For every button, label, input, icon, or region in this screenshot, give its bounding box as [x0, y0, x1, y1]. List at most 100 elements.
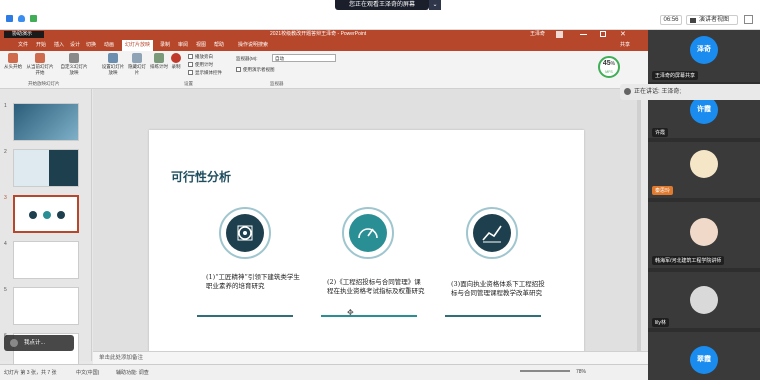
tab-insert[interactable]: 插入 — [54, 41, 64, 48]
participant-label: lily林 — [652, 318, 669, 327]
minimize-icon[interactable] — [580, 34, 587, 35]
current-slide[interactable]: 可行性分析 (1)“工匠精神”引领下建筑类学生职业素养的培育研究 (2)《工程招… — [149, 130, 584, 376]
participant-tile-3[interactable]: 秦思玲 — [648, 142, 760, 198]
show-media-checkbox[interactable]: 显示媒体控件 — [188, 70, 222, 76]
ppt-titlebar: 协助演示 2021校级教改开题答辩王泽奇 - PowerPoint 王泽奇 ✕ — [0, 30, 648, 39]
tab-slideshow[interactable]: 幻灯片放映 — [122, 40, 154, 51]
feasibility-circle-2 — [342, 207, 394, 259]
accessibility-status[interactable]: 辅助功能: 调查 — [116, 369, 149, 376]
tab-design[interactable]: 设计 — [70, 41, 80, 48]
tab-animations[interactable]: 动画 — [104, 41, 114, 48]
tab-view[interactable]: 视图 — [196, 41, 206, 48]
user-name[interactable]: 王泽奇 — [530, 30, 545, 39]
user-avatar[interactable] — [556, 31, 563, 38]
use-timing-checkbox[interactable]: 使用计时 — [188, 62, 213, 68]
slide-canvas: 可行性分析 (1)“工匠精神”引领下建筑类学生职业素养的培育研究 (2)《工程招… — [93, 89, 641, 376]
from-current-button[interactable]: 从当前幻灯片开始 — [26, 53, 54, 76]
zoom-level[interactable]: 78% — [576, 369, 586, 375]
mic-icon — [10, 339, 18, 347]
thumb-number: 3 — [4, 195, 7, 201]
play-narration-label: 播放旁白 — [195, 54, 213, 59]
floating-recording-bar[interactable]: 我点计... — [4, 335, 74, 351]
record-icon — [171, 53, 181, 63]
feasibility-circle-1 — [219, 207, 271, 259]
avatar: 泽奇 — [690, 36, 718, 64]
vertical-scrollbar[interactable] — [637, 89, 641, 351]
thumbnail-slide-4[interactable] — [13, 241, 79, 279]
fullscreen-icon[interactable] — [744, 15, 753, 24]
participant-label: 秦思玲 — [652, 186, 674, 195]
slide-title: 可行性分析 — [171, 170, 232, 184]
from-current-label: 从当前幻灯片开始 — [26, 64, 54, 75]
slideshow-current-icon — [35, 53, 45, 63]
rehearse-button[interactable]: 排练计时 — [148, 53, 170, 70]
participant-tile-4[interactable]: 韩海军/河北建筑工程学院讲师 — [648, 202, 760, 268]
rehearse-label: 排练计时 — [150, 64, 168, 69]
thumb-number: 5 — [4, 287, 7, 293]
from-start-button[interactable]: 从头开始 — [2, 53, 24, 70]
participant-tile-6[interactable]: 翠霞 — [648, 332, 760, 380]
shield-icon[interactable] — [18, 15, 25, 22]
close-icon[interactable]: ✕ — [620, 30, 626, 39]
thumb-number: 1 — [4, 103, 7, 109]
line-chart-icon — [473, 214, 511, 252]
tab-record[interactable]: 录制 — [160, 41, 170, 48]
record-button[interactable]: 录制 — [168, 53, 184, 70]
presenter-view-checkbox[interactable]: 使用演示者视图 — [236, 67, 275, 73]
setup-show-button[interactable]: 设置幻灯片放映 — [100, 53, 126, 76]
performance-badge: 45% MFS — [598, 56, 620, 78]
setup-label: 设置幻灯片放映 — [101, 64, 125, 75]
speaking-indicator: 正在讲话: 王泽奇; — [620, 84, 760, 100]
percent-sub: MFS — [605, 70, 613, 74]
participant-label: 韩海军/河北建筑工程学院讲师 — [652, 256, 725, 265]
custom-show-button[interactable]: 自定义幻灯片放映 — [60, 53, 88, 76]
collab-button[interactable]: 协助演示 — [4, 31, 44, 38]
percent-value: 45 — [602, 60, 611, 67]
group-setup-label: 设置 — [184, 81, 193, 86]
participant-label: 王泽奇的屏幕共享 — [652, 71, 699, 80]
participant-tile-1[interactable]: 泽奇 王泽奇的屏幕共享 — [648, 30, 760, 82]
use-timing-label: 使用计时 — [195, 62, 213, 67]
monitor-select[interactable]: 自动 — [272, 54, 336, 62]
tab-transitions[interactable]: 切换 — [86, 41, 96, 48]
participant-label: 许霞 — [652, 128, 669, 137]
gear-icon — [226, 214, 264, 252]
slide-counter: 幻灯片 第 3 张，共 7 张 — [4, 370, 57, 376]
participant-tile-5[interactable]: lily林 — [648, 272, 760, 328]
thumbnail-slide-3[interactable] — [13, 195, 79, 233]
underline-2 — [321, 315, 417, 317]
play-narration-checkbox[interactable]: 播放旁白 — [188, 54, 213, 60]
tab-home[interactable]: 开始 — [36, 41, 46, 48]
tell-me-search[interactable]: 操作说明搜索 — [238, 41, 268, 48]
avatar: 许霞 — [690, 96, 718, 124]
share-button[interactable]: 共享 — [620, 41, 630, 48]
zoom-slider[interactable] — [520, 370, 570, 372]
tab-review[interactable]: 审阅 — [178, 41, 188, 48]
feasibility-item-3: (3)面向执业资格体系下工程招投标与合同管理课程教学改革研究 — [451, 280, 545, 297]
tab-help[interactable]: 帮助 — [214, 41, 224, 48]
grid-icon — [690, 18, 696, 23]
view-mode-button[interactable]: 演讲者视图 — [686, 15, 738, 25]
tab-file[interactable]: 文件 — [18, 41, 28, 48]
participants-panel: 泽奇 王泽奇的屏幕共享 许霞 许霞 秦思玲 韩海军/河北建筑工程学院讲师 lil… — [648, 30, 760, 380]
presenter-view-label: 使用演示者视图 — [243, 67, 275, 72]
thumbnail-slide-1[interactable] — [13, 103, 79, 141]
group-monitor-label: 监视器 — [270, 81, 284, 86]
group-start-label: 开始放映幻灯片 — [28, 81, 60, 86]
thumbnail-slide-2[interactable] — [13, 149, 79, 187]
feasibility-circle-3 — [466, 207, 518, 259]
maximize-icon[interactable] — [600, 31, 606, 37]
slide-thumbnails: 1 2 3 4 5 6 我点计... — [0, 89, 92, 371]
hide-slide-button[interactable]: 隐藏幻灯片 — [126, 53, 148, 76]
mic-icon — [624, 88, 631, 95]
meeting-toolbar: 您正在观看王泽奇的屏幕 ⌄ 06:56 演讲者视图 — [0, 0, 760, 30]
custom-show-icon — [69, 53, 79, 63]
record-label: 录制 — [171, 64, 181, 69]
notes-pane[interactable]: 单击此处添加备注 — [93, 351, 648, 364]
thumbnail-slide-5[interactable] — [13, 287, 79, 325]
thumb-number: 2 — [4, 149, 7, 155]
chevron-down-icon[interactable]: ⌄ — [429, 0, 441, 10]
slideshow-start-icon — [8, 53, 18, 63]
meeting-info-icon[interactable] — [6, 15, 13, 22]
language-status[interactable]: 中文(中国) — [76, 369, 99, 376]
